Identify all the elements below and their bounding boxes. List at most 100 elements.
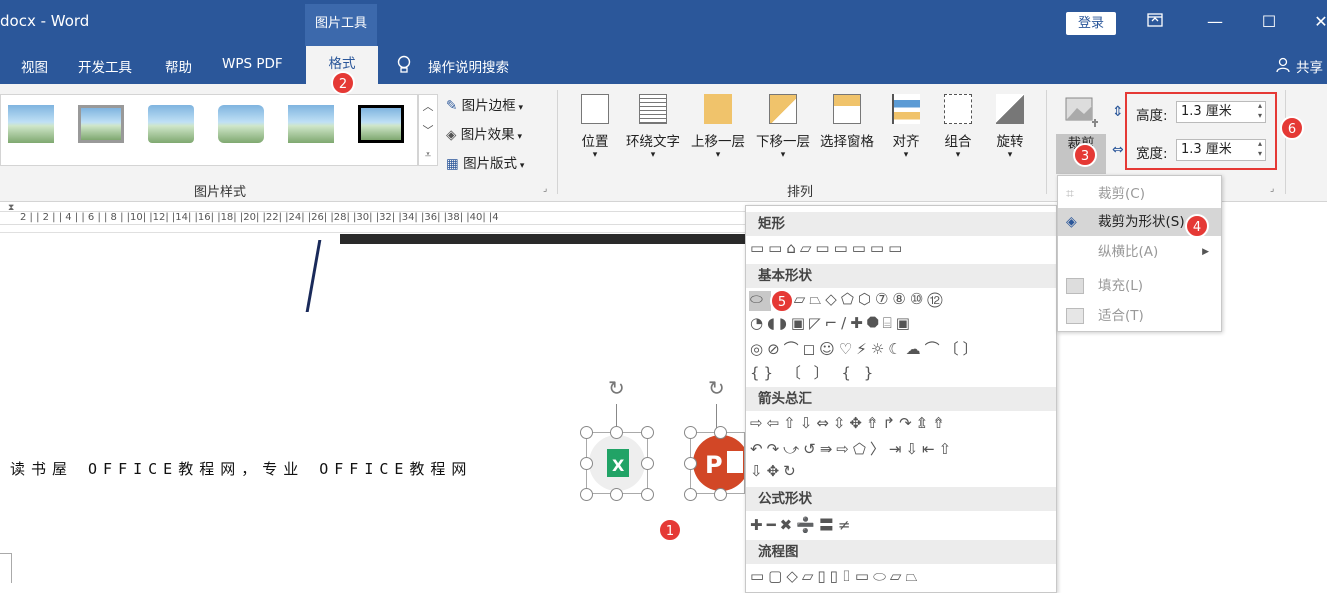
annotation-badge-6: 6: [1280, 116, 1304, 140]
powerpoint-image[interactable]: P: [690, 432, 745, 494]
fill-icon: [1066, 278, 1084, 294]
tab-help[interactable]: 帮助: [165, 56, 192, 76]
dialog-launcher-icon[interactable]: ⌟: [543, 184, 547, 194]
rotate-handle-icon[interactable]: ↻: [708, 376, 725, 400]
shape-row-basic-3[interactable]: ◎⊘⌒◻☺♡⚡☼☾☁⌒〔〕: [750, 338, 1056, 360]
bring-forward-button[interactable]: 上移一层 ▾: [687, 94, 749, 160]
login-button[interactable]: 登录: [1066, 12, 1116, 35]
title-bar: docx - Word 图片工具 登录 — ☐ ✕: [0, 0, 1327, 46]
picture-style-thumb[interactable]: [8, 105, 54, 143]
menu-item-aspect-ratio[interactable]: 纵横比(A) ▶: [1058, 238, 1221, 266]
picture-style-thumb[interactable]: [78, 105, 124, 143]
group-separator: [1285, 90, 1286, 194]
shape-row-rectangles[interactable]: ▭▭⌂▱▭▭▭▭▭: [750, 239, 1056, 261]
document-text: 读书屋 OFFICE教程网，专业 OFFICE教程网: [10, 460, 473, 478]
gallery-expand-icon[interactable]: ⩡: [419, 143, 437, 167]
dialog-launcher-icon[interactable]: ⌟: [1270, 184, 1274, 194]
close-icon[interactable]: ✕: [1306, 12, 1327, 31]
document-image-edge: [340, 234, 745, 244]
menu-item-crop-to-shape-label: 裁剪为形状(S): [1098, 214, 1185, 230]
annotation-badge-1: 1: [658, 518, 682, 542]
minimize-icon[interactable]: —: [1200, 12, 1230, 31]
shape-row-arrows-3[interactable]: ⇩✥↻: [750, 462, 1056, 484]
picture-effects-label: 图片效果: [460, 127, 515, 143]
picture-effects-button[interactable]: ◈ 图片效果 ▾: [446, 123, 522, 143]
selection-pane-button[interactable]: 选择窗格: [816, 94, 878, 150]
align-icon: [892, 94, 920, 124]
effects-icon: ◈: [446, 127, 457, 143]
group-separator: [557, 90, 558, 194]
chevron-down-icon[interactable]: ﹀: [419, 119, 437, 143]
tab-view[interactable]: 视图: [21, 56, 48, 76]
tell-me-search[interactable]: 操作说明搜索: [428, 56, 509, 76]
resize-handle[interactable]: [641, 488, 654, 501]
resize-handle[interactable]: [580, 457, 593, 470]
ruler-scale: 2 | | 2 | | 4 | | 6 | | 8 | |10| |12| |1…: [0, 211, 745, 225]
picture-style-thumb[interactable]: [356, 103, 406, 145]
tab-wps-pdf[interactable]: WPS PDF: [222, 56, 283, 72]
section-header-rectangles: 矩形: [746, 212, 1056, 236]
menu-item-crop[interactable]: ⌗ 裁剪(C): [1058, 180, 1221, 208]
menu-item-fit[interactable]: 适合(T): [1058, 302, 1221, 330]
group-button[interactable]: 组合 ▾: [940, 94, 976, 160]
powerpoint-icon: P: [693, 435, 744, 491]
resize-handle[interactable]: [684, 488, 697, 501]
bring-forward-label: 上移一层: [691, 134, 745, 150]
resize-handle[interactable]: [641, 457, 654, 470]
resize-handle[interactable]: [684, 426, 697, 439]
selection-pane-label: 选择窗格: [820, 134, 874, 150]
person-icon: [1275, 57, 1291, 77]
crop-dropdown-menu: ⌗ 裁剪(C) ◈ 裁剪为形状(S) 纵横比(A) ▶ 填充(L) 适合(T): [1057, 175, 1222, 332]
picture-layout-button[interactable]: ▦ 图片版式 ▾: [446, 152, 524, 172]
picture-style-thumb[interactable]: [288, 105, 334, 143]
menu-item-aspect-ratio-label: 纵横比(A): [1098, 244, 1159, 260]
group-separator: [1046, 90, 1047, 194]
wrap-text-button[interactable]: 环绕文字 ▾: [620, 94, 686, 160]
shape-row-arrows-1[interactable]: ⇨⇦⇧⇩⇔⇳✥⇮↱↷⇭⇮: [750, 414, 1056, 436]
bring-forward-icon: [704, 94, 732, 124]
resize-handle[interactable]: [610, 426, 623, 439]
shape-row-basic-1[interactable]: ⬭ ▭▱⏢◇⬠⬡⑦⑧⑩⑫: [750, 290, 1056, 312]
align-button[interactable]: 对齐 ▾: [888, 94, 924, 160]
lightbulb-icon: [395, 55, 413, 79]
gallery-scroll[interactable]: ︿ ﹀ ⩡: [418, 94, 438, 166]
shape-row-equation[interactable]: ✚━✖➗〓≠: [750, 514, 1056, 536]
rotate-handle-icon[interactable]: ↻: [608, 376, 625, 400]
share-button[interactable]: 共享: [1296, 56, 1323, 76]
picture-border-button[interactable]: ✎ 图片边框 ▾: [446, 94, 523, 114]
resize-handle[interactable]: [580, 488, 593, 501]
annotation-badge-4: 4: [1185, 214, 1209, 238]
resize-handle[interactable]: [580, 426, 593, 439]
resize-handle[interactable]: [714, 488, 727, 501]
ribbon-tab-row: 视图 开发工具 帮助 WPS PDF 格式 操作说明搜索 共享: [0, 46, 1327, 84]
resize-handle[interactable]: [714, 426, 727, 439]
submenu-arrow-icon: ▶: [1202, 247, 1209, 257]
fit-icon: [1066, 308, 1084, 324]
maximize-icon[interactable]: ☐: [1254, 12, 1284, 31]
shape-row-basic-4[interactable]: {} 〔 〕 { }: [750, 362, 1056, 384]
rotate-button[interactable]: 旋转 ▾: [992, 94, 1028, 160]
group-label: 组合: [944, 134, 972, 150]
picture-layout-label: 图片版式: [463, 156, 518, 172]
excel-image[interactable]: X: [586, 432, 648, 494]
position-button[interactable]: 位置 ▾: [575, 94, 615, 160]
ribbon-display-icon[interactable]: [1140, 12, 1170, 31]
resize-handle[interactable]: [684, 457, 697, 470]
page-corner-mark: [0, 553, 12, 583]
shape-row-flowchart[interactable]: ▭▢◇▱▯▯⌷▭⬭▱⏢: [750, 567, 1056, 589]
shape-row-arrows-2[interactable]: ↶↷⤻↺⇛⇨⬠〉⇥⇩⇤⇧: [750, 438, 1056, 460]
position-icon: [581, 94, 609, 124]
shape-row-basic-2[interactable]: ◔◖◗▣◸⌐∕✚⯃⌸▣: [750, 314, 1056, 336]
menu-item-fill-label: 填充(L): [1098, 278, 1144, 294]
menu-item-fill[interactable]: 填充(L): [1058, 272, 1221, 300]
chevron-up-icon[interactable]: ︿: [419, 95, 437, 119]
picture-style-thumb[interactable]: [218, 105, 264, 143]
send-backward-icon: [769, 94, 797, 124]
width-icon: ⇔: [1112, 142, 1124, 158]
resize-handle[interactable]: [610, 488, 623, 501]
pen-icon: ✎: [446, 98, 458, 114]
picture-style-thumb[interactable]: [148, 105, 194, 143]
send-backward-button[interactable]: 下移一层 ▾: [752, 94, 814, 160]
resize-handle[interactable]: [641, 426, 654, 439]
tab-developer[interactable]: 开发工具: [78, 56, 132, 76]
